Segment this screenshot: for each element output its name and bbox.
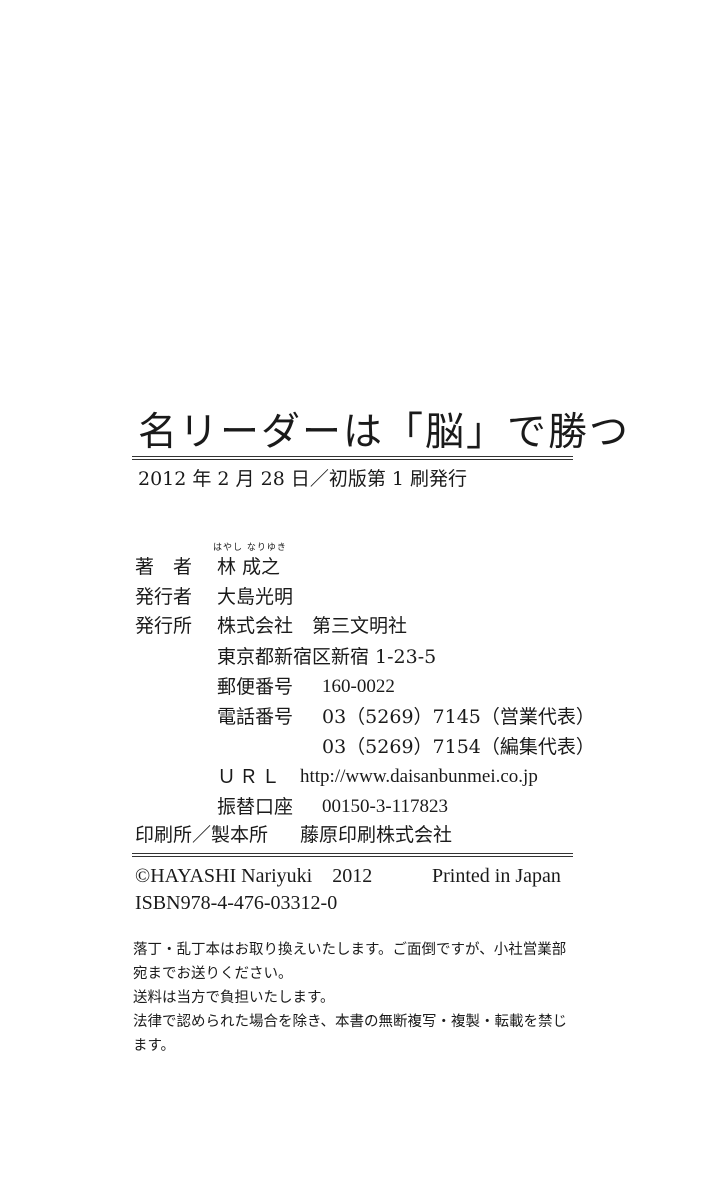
publisher-label: 発行所 — [135, 615, 193, 637]
printer-label: 印刷所／製本所 — [135, 824, 269, 846]
note-copyright-law: 法律で認められた場合を除き、本書の無断複写・複製・転載を禁じます。 — [133, 1014, 567, 1054]
copyright-rule-top — [132, 853, 573, 854]
copyright-rule-bottom — [132, 856, 573, 857]
author-furigana: はやし なりゆき — [213, 543, 287, 553]
publisher-name: 株式会社 第三文明社 — [217, 615, 408, 637]
book-title: 名リーダーは「脳」で勝つ — [138, 410, 631, 455]
notes: 落丁・乱丁本はお取り換えいたします。ご面倒ですが、小社営業部宛までお送りください… — [133, 938, 573, 1058]
title-rule-bottom — [132, 459, 573, 460]
transfer-label: 振替口座 — [217, 796, 294, 818]
postal-label: 郵便番号 — [217, 676, 294, 698]
author-label: 著 者 — [135, 556, 193, 578]
postal-code: 160-0022 — [322, 676, 395, 697]
phone-editorial: 03（5269）7154（編集代表） — [322, 736, 595, 758]
publisher-address: 東京都新宿区新宿 1-23-5 — [217, 646, 437, 668]
author-name: 林 成之 — [217, 556, 281, 578]
transfer-account: 00150-3-117823 — [322, 796, 448, 817]
publication-date: 2012 年 2 月 28 日／初版第 1 刷発行 — [138, 468, 467, 490]
printed-in: Printed in Japan — [432, 865, 561, 887]
publisher-url[interactable]: http://www.daisanbunmei.co.jp — [300, 765, 538, 789]
title-rule-top — [132, 456, 573, 457]
isbn: ISBN978-4-476-03312-0 — [135, 892, 338, 914]
copyright-notice: ©HAYASHI Nariyuki 2012 — [135, 865, 373, 887]
publisher-person: 大島光明 — [217, 586, 294, 608]
note-returns: 落丁・乱丁本はお取り換えいたします。ご面倒ですが、小社営業部宛までお送りください… — [133, 942, 567, 982]
printer-name: 藤原印刷株式会社 — [300, 824, 453, 846]
phone-label: 電話番号 — [217, 706, 294, 728]
phone-sales: 03（5269）7145（営業代表） — [322, 706, 595, 728]
note-shipping: 送料は当方で負担いたします。 — [133, 990, 335, 1006]
publisher-person-label: 発行者 — [135, 586, 193, 608]
url-label: ＵＲＬ — [217, 766, 284, 788]
